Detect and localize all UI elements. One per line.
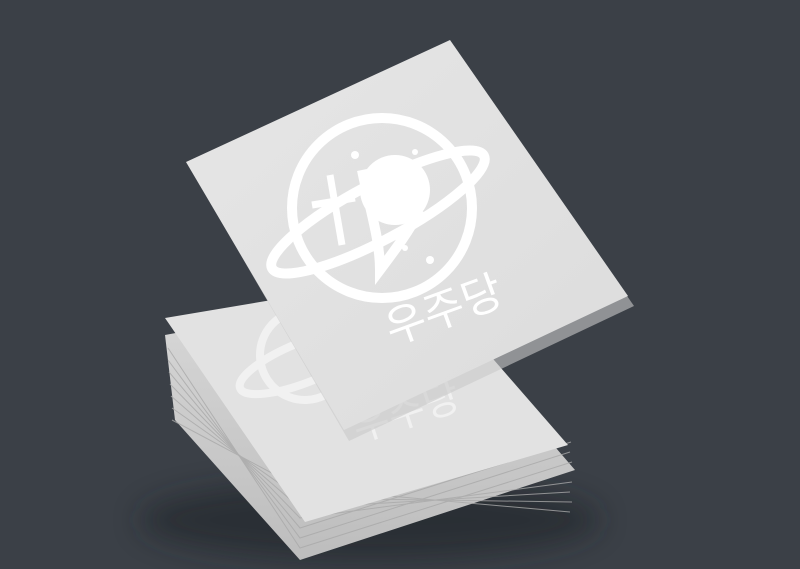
mockup-scene: 우주당 우주당 — [0, 0, 800, 569]
mockup-svg: 우주당 우주당 — [140, 40, 634, 560]
